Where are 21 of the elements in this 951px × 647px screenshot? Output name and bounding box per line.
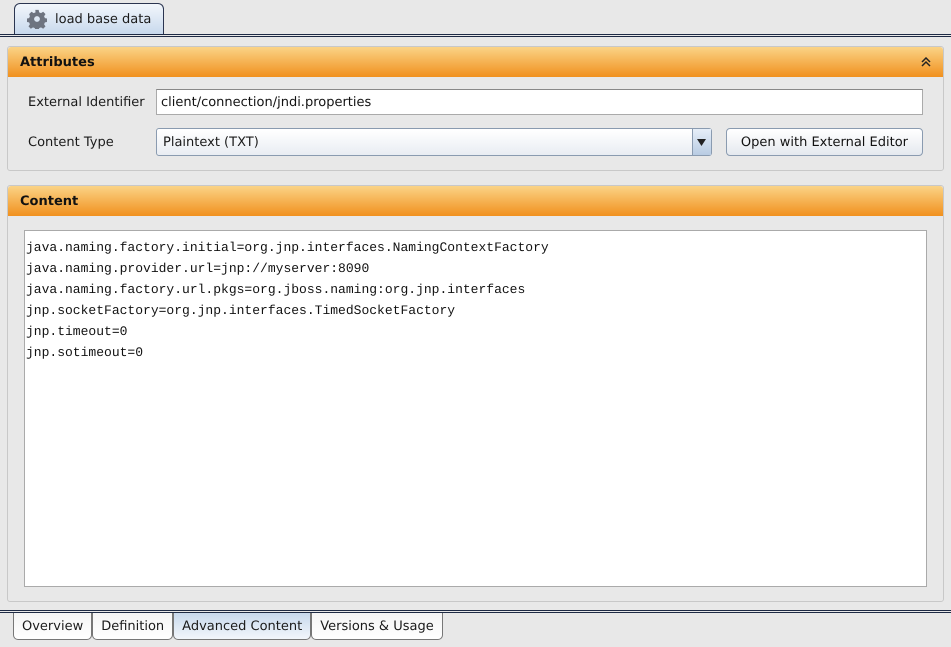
panel-title: Attributes bbox=[20, 54, 95, 70]
input-field[interactable]: client/connection/jndi.properties bbox=[156, 89, 923, 115]
code-line: java.naming.provider.url=jnp://myserver:8090 bbox=[26, 260, 370, 278]
field-label: External Identifier bbox=[28, 94, 146, 110]
tab[interactable]: load base data bbox=[14, 3, 164, 34]
gear-icon bbox=[27, 9, 47, 29]
tab[interactable]: Overview bbox=[13, 613, 92, 640]
field-label: Content Type bbox=[28, 134, 115, 150]
open-editor-button[interactable]: Open with External Editor bbox=[726, 128, 923, 156]
code-line: jnp.sotimeout=0 bbox=[26, 344, 144, 362]
caret-icon bbox=[697, 138, 706, 146]
code-line: java.naming.factory.initial=org.jnp.interfaces.NamingContextFactory bbox=[26, 239, 550, 257]
code-line: jnp.timeout=0 bbox=[26, 323, 128, 341]
tab[interactable]: Versions & Usage bbox=[311, 613, 443, 640]
tab[interactable]: Advanced Content bbox=[173, 613, 312, 640]
dropdown[interactable]: Plaintext (TXT) bbox=[156, 128, 712, 156]
code-line: java.naming.factory.url.pkgs=org.jboss.naming:org.jnp.interfaces bbox=[26, 281, 526, 299]
collapse-icon[interactable] bbox=[921, 57, 931, 67]
panel-title: Content bbox=[20, 194, 78, 208]
tab[interactable]: Definition bbox=[92, 613, 174, 640]
code-line: jnp.socketFactory=org.jnp.interfaces.TimedSocketFactory bbox=[26, 302, 456, 320]
